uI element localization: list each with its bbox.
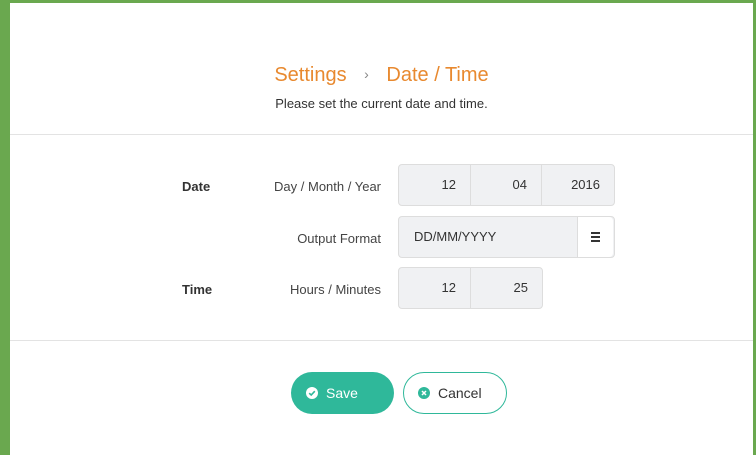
x-circle-icon [418,387,430,399]
save-label: Save [326,385,358,401]
minutes-input[interactable]: 25 [471,268,542,308]
day-month-year-label: Day / Month / Year [274,179,381,194]
settings-window: Settings › Date / Time Please set the cu… [0,0,756,455]
page-subtitle: Please set the current date and time. [275,96,488,111]
year-input[interactable]: 2016 [542,165,614,205]
breadcrumb-settings[interactable]: Settings [274,64,346,86]
output-format-value[interactable]: DD/MM/YYYY [399,217,578,257]
menu-icon[interactable] [578,217,613,257]
datetime-form: Date Day / Month / Year 12 04 2016 Outpu… [10,134,753,341]
output-format-select[interactable]: DD/MM/YYYY [398,216,615,258]
page-header: Settings › Date / Time Please set the cu… [10,3,753,135]
time-input-group: 12 25 [398,267,543,309]
day-input[interactable]: 12 [399,165,471,205]
save-button[interactable]: Save [291,372,394,414]
breadcrumb: Settings › Date / Time [10,64,753,87]
cancel-button[interactable]: Cancel [403,372,507,414]
cancel-label: Cancel [438,385,482,401]
check-circle-icon [306,387,318,399]
date-section-label: Date [182,179,211,194]
hours-input[interactable]: 12 [399,268,471,308]
time-section-label: Time [182,282,213,297]
date-input-group: 12 04 2016 [398,164,615,206]
month-input[interactable]: 04 [471,165,542,205]
hours-minutes-label: Hours / Minutes [289,282,381,297]
output-format-label: Output Format [297,231,381,246]
breadcrumb-separator-icon: › [364,66,369,82]
breadcrumb-current: Date / Time [386,64,489,86]
